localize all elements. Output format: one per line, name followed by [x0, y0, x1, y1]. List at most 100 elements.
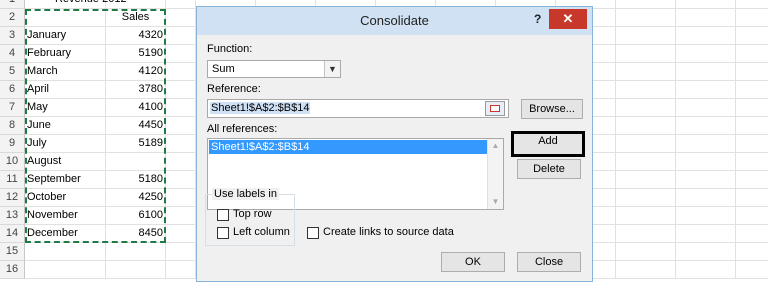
sheet-cell[interactable]: 8450	[106, 225, 166, 243]
delete-button[interactable]: Delete	[517, 159, 581, 179]
sheet-cell[interactable]	[676, 261, 736, 279]
sheet-cell[interactable]	[616, 207, 676, 225]
scroll-up-icon[interactable]: ▲	[488, 139, 503, 153]
row-header[interactable]: 10	[0, 153, 25, 171]
sheet-cell[interactable]	[676, 117, 736, 135]
row-header[interactable]: 9	[0, 135, 25, 153]
sheet-cell[interactable]	[616, 243, 676, 261]
sheet-cell[interactable]	[676, 225, 736, 243]
collapse-dialog-icon[interactable]	[485, 101, 505, 116]
sheet-cell[interactable]	[616, 99, 676, 117]
sheet-cell[interactable]: April	[25, 81, 106, 99]
sheet-cell[interactable]	[106, 261, 166, 279]
row-header[interactable]: 12	[0, 189, 25, 207]
sheet-cell[interactable]: 5180	[106, 171, 166, 189]
sheet-cell[interactable]	[25, 243, 106, 261]
sheet-cell[interactable]	[616, 189, 676, 207]
sheet-cell[interactable]	[616, 117, 676, 135]
sheet-cell[interactable]	[736, 189, 768, 207]
row-header[interactable]: 3	[0, 27, 25, 45]
sheet-cell[interactable]: July	[25, 135, 106, 153]
row-header[interactable]: 2	[0, 9, 25, 27]
sheet-cell[interactable]: February	[25, 45, 106, 63]
sheet-cell[interactable]: August	[25, 153, 106, 171]
sheet-cell[interactable]: January	[25, 27, 106, 45]
sheet-cell[interactable]	[166, 261, 196, 279]
left-column-checkbox[interactable]	[217, 227, 229, 239]
sheet-cell[interactable]	[676, 153, 736, 171]
sheet-cell[interactable]	[106, 153, 166, 171]
sheet-cell[interactable]	[736, 135, 768, 153]
sheet-cell[interactable]	[736, 243, 768, 261]
row-header[interactable]: 13	[0, 207, 25, 225]
sheet-cell[interactable]	[676, 189, 736, 207]
sheet-cell[interactable]	[736, 153, 768, 171]
sheet-cell[interactable]	[616, 261, 676, 279]
top-row-checkbox[interactable]	[217, 209, 229, 221]
sheet-cell[interactable]: March	[25, 63, 106, 81]
list-scrollbar[interactable]: ▲ ▼	[487, 139, 503, 209]
sheet-cell[interactable]	[166, 117, 196, 135]
sheet-cell[interactable]	[166, 171, 196, 189]
sheet-cell[interactable]	[736, 63, 768, 81]
browse-button[interactable]: Browse...	[521, 99, 583, 119]
sheet-cell[interactable]: 4320	[106, 27, 166, 45]
reference-input[interactable]: Sheet1!$A$2:$B$14	[207, 99, 509, 118]
row-header[interactable]: 14	[0, 225, 25, 243]
help-icon[interactable]: ?	[534, 12, 541, 26]
sheet-cell[interactable]: 5190	[106, 45, 166, 63]
sheet-cell[interactable]	[616, 153, 676, 171]
sheet-cell[interactable]	[736, 0, 768, 9]
sheet-cell[interactable]	[166, 81, 196, 99]
sheet-cell[interactable]: 4100	[106, 99, 166, 117]
sheet-cell[interactable]	[166, 189, 196, 207]
list-item[interactable]: Sheet1!$A$2:$B$14	[209, 140, 487, 154]
sheet-cell[interactable]	[166, 27, 196, 45]
sheet-cell[interactable]: Revenue 2012	[25, 0, 127, 9]
create-links-checkbox[interactable]	[307, 227, 319, 239]
sheet-cell[interactable]	[676, 171, 736, 189]
sheet-cell[interactable]: 5189	[106, 135, 166, 153]
scroll-down-icon[interactable]: ▼	[488, 195, 503, 209]
sheet-cell[interactable]	[676, 243, 736, 261]
sheet-cell[interactable]	[25, 261, 106, 279]
sheet-cell[interactable]	[736, 207, 768, 225]
sheet-cell[interactable]	[166, 45, 196, 63]
row-header[interactable]: 4	[0, 45, 25, 63]
sheet-cell[interactable]	[166, 135, 196, 153]
sheet-cell[interactable]	[166, 243, 196, 261]
sheet-cell[interactable]	[736, 9, 768, 27]
sheet-cell[interactable]	[166, 9, 196, 27]
sheet-cell[interactable]	[676, 81, 736, 99]
sheet-cell[interactable]: December	[25, 225, 106, 243]
sheet-cell[interactable]	[166, 207, 196, 225]
row-header[interactable]: 1	[0, 0, 25, 9]
sheet-cell[interactable]	[166, 0, 196, 9]
sheet-cell[interactable]: 3780	[106, 81, 166, 99]
sheet-cell[interactable]	[616, 45, 676, 63]
sheet-cell[interactable]	[736, 45, 768, 63]
sheet-cell[interactable]	[616, 135, 676, 153]
sheet-cell[interactable]: 4450	[106, 117, 166, 135]
sheet-cell[interactable]	[25, 9, 106, 27]
sheet-cell[interactable]: 4120	[106, 63, 166, 81]
sheet-cell[interactable]	[166, 153, 196, 171]
sheet-cell[interactable]	[736, 117, 768, 135]
sheet-cell[interactable]	[616, 81, 676, 99]
sheet-cell[interactable]: May	[25, 99, 106, 117]
sheet-cell[interactable]	[166, 63, 196, 81]
sheet-cell[interactable]	[736, 225, 768, 243]
sheet-cell[interactable]	[676, 99, 736, 117]
dialog-titlebar[interactable]: Consolidate ? ✕	[197, 7, 592, 35]
add-button[interactable]: Add	[511, 131, 585, 157]
sheet-cell[interactable]: June	[25, 117, 106, 135]
sheet-cell[interactable]	[736, 171, 768, 189]
sheet-cell[interactable]	[616, 0, 676, 9]
sheet-cell[interactable]	[676, 9, 736, 27]
sheet-cell[interactable]: November	[25, 207, 106, 225]
sheet-cell[interactable]: 6100	[106, 207, 166, 225]
row-header[interactable]: 6	[0, 81, 25, 99]
sheet-cell[interactable]	[616, 225, 676, 243]
sheet-cell[interactable]	[106, 243, 166, 261]
row-header[interactable]: 15	[0, 243, 25, 261]
